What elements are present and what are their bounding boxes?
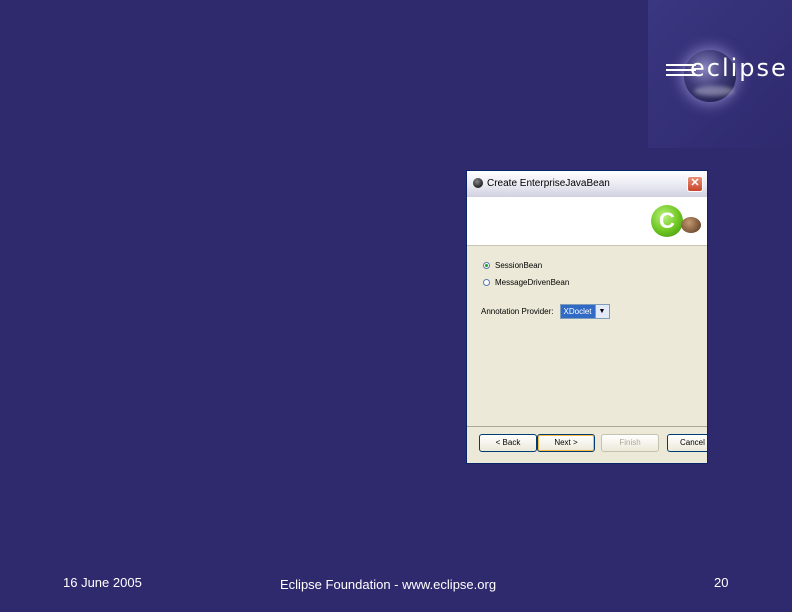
radio-label-message-driven-bean: MessageDrivenBean <box>495 278 570 287</box>
coffee-bean-icon <box>681 217 701 233</box>
annotation-provider-row: Annotation Provider: XDoclet ▼ <box>481 304 610 319</box>
footer-website: Eclipse Foundation - www.eclipse.org <box>280 577 497 592</box>
close-button[interactable]: ✕ <box>687 176 703 192</box>
annotation-provider-select[interactable]: XDoclet ▼ <box>559 304 610 319</box>
provider-selected-value[interactable]: XDoclet <box>560 305 595 318</box>
radio-label-session-bean: SessionBean <box>495 261 543 270</box>
cancel-button[interactable]: Cancel <box>667 434 707 452</box>
create-ejb-dialog: Create EnterpriseJavaBean ✕ C SessionBea… <box>466 170 708 464</box>
radio-message-driven-bean[interactable]: MessageDrivenBean <box>483 278 569 287</box>
footer-date: 16 June 2005 <box>63 575 142 590</box>
eclipse-app-icon <box>473 178 483 188</box>
finish-button[interactable]: Finish <box>601 434 659 452</box>
page-number: 20 <box>714 575 729 590</box>
chevron-down-icon[interactable]: ▼ <box>594 305 609 318</box>
wizard-c-logo-icon: C <box>651 205 683 237</box>
next-button[interactable]: Next > <box>537 434 595 452</box>
radio-button-unchecked[interactable] <box>483 279 490 286</box>
wizard-banner: C <box>467 197 707 246</box>
radio-button-checked[interactable] <box>483 262 490 269</box>
radio-session-bean[interactable]: SessionBean <box>483 261 542 270</box>
annotation-provider-label: Annotation Provider: <box>481 307 554 316</box>
dialog-title: Create EnterpriseJavaBean <box>487 178 610 189</box>
dialog-titlebar[interactable]: Create EnterpriseJavaBean ✕ <box>467 171 707 197</box>
button-bar-divider <box>467 426 707 427</box>
eclipse-logo: eclipse <box>648 0 792 148</box>
logo-text: eclipse <box>690 54 788 82</box>
back-button[interactable]: < Back <box>479 434 537 452</box>
